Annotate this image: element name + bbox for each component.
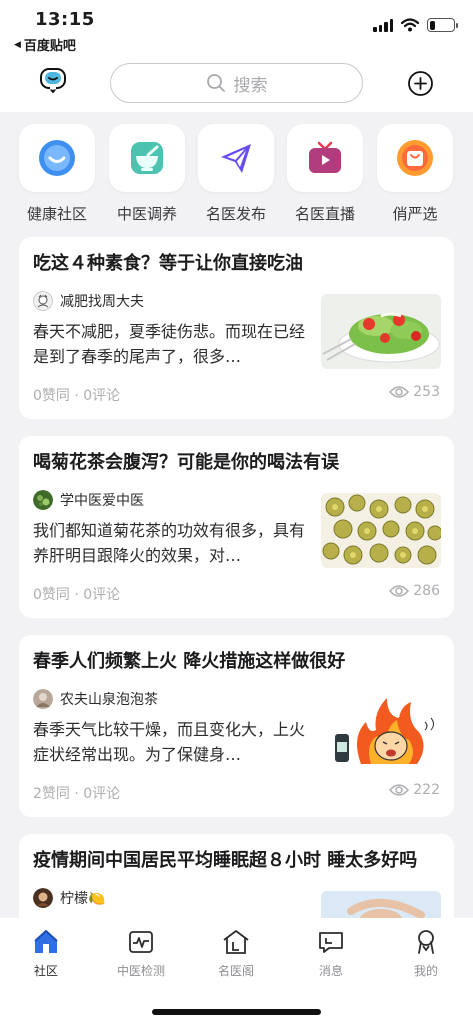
status-icons xyxy=(373,18,458,32)
shortcut-label: 中医调养 xyxy=(116,205,177,223)
tab-label: 我的 xyxy=(413,964,438,978)
shortcut-label: 健康社区 xyxy=(26,205,87,223)
feed-card[interactable]: 春季人们频繁上火 降火措施这样做很好 农夫山泉泡泡茶 春季天气比较干燥，而且变化… xyxy=(19,635,454,817)
shortcut-tcm-care[interactable]: 中医调养 xyxy=(108,124,186,224)
author-name: 农夫山泉泡泡茶 xyxy=(60,692,158,708)
shortcut-selected-store[interactable]: 俏严选 xyxy=(376,124,454,224)
shortcut-row: 健康社区 中医调养 名医发布 名医直播 俏严选 xyxy=(0,112,473,232)
post-author[interactable]: 农夫山泉泡泡茶 xyxy=(33,689,158,709)
status-bar: 13:15 ◀ 百度贴吧 xyxy=(0,0,473,58)
tab-community[interactable]: 社区 xyxy=(6,928,86,979)
post-author[interactable]: 减肥找周大夫 xyxy=(33,291,144,311)
post-stats: 0赞同 · 0评论 xyxy=(33,587,121,603)
search-input[interactable]: 搜索 xyxy=(110,63,363,103)
chat-bubble-icon[interactable] xyxy=(38,66,68,96)
wifi-icon xyxy=(401,18,419,32)
post-excerpt: 我们都知道菊花茶的功效有很多，具有养肝明目跟降火的效果，对… xyxy=(33,521,306,565)
eye-icon xyxy=(389,585,410,597)
post-author[interactable]: 学中医爱中医 xyxy=(33,490,144,510)
shortcut-doctor-publish[interactable]: 名医发布 xyxy=(197,124,275,224)
shortcut-tile xyxy=(19,124,95,192)
top-header: 搜索 xyxy=(0,58,473,112)
shortcut-tile xyxy=(287,124,363,192)
feed-card[interactable]: 喝菊花茶会腹泻？可能是你的喝法有误 学中医爱中医 我们都知道菊花茶的功效有很多，… xyxy=(19,436,454,618)
post-views: 286 xyxy=(389,583,440,599)
tab-label: 社区 xyxy=(33,964,58,978)
pulse-monitor-icon xyxy=(129,931,153,953)
eye-icon xyxy=(389,784,410,796)
message-icon xyxy=(319,932,343,953)
add-post-button[interactable] xyxy=(407,70,434,97)
tab-label: 中医检测 xyxy=(116,964,165,978)
author-avatar xyxy=(33,291,53,311)
tab-label: 名医阁 xyxy=(217,964,254,978)
profile-icon xyxy=(418,930,434,954)
fire-cartoon-image[interactable] xyxy=(321,692,441,767)
pavilion-icon xyxy=(223,930,249,954)
chrysanthemum-image[interactable] xyxy=(321,493,441,568)
post-title[interactable]: 疫情期间中国居民平均睡眠超８小时 睡太多好吗 xyxy=(33,846,417,872)
publish-paper-plane-icon xyxy=(221,144,251,173)
back-arrow-icon: ◀ xyxy=(14,39,21,50)
view-count: 286 xyxy=(413,583,440,599)
post-author[interactable]: 柠檬🍋 xyxy=(33,888,105,908)
eye-icon xyxy=(389,386,410,398)
battery-level xyxy=(429,20,436,30)
shortcut-label: 名医直播 xyxy=(294,205,355,223)
post-views: 222 xyxy=(389,782,440,798)
author-avatar xyxy=(33,490,53,510)
bottom-tab-bar: 社区 中医检测 名医阁 消息 我的 xyxy=(0,918,473,1024)
shortcut-tile xyxy=(377,124,453,192)
community-icon xyxy=(39,140,75,176)
tcm-bowl-icon xyxy=(131,142,163,174)
post-excerpt: 春天不减肥，夏季徒伤悲。而现在已经是到了春季的尾声了，很多… xyxy=(33,322,306,366)
post-stats: 0赞同 · 0评论 xyxy=(33,388,121,404)
live-tv-icon xyxy=(309,141,341,173)
post-title[interactable]: 喝菊花茶会腹泻？可能是你的喝法有误 xyxy=(33,448,339,474)
tab-messages[interactable]: 消息 xyxy=(291,928,371,979)
salad-image[interactable] xyxy=(321,294,441,369)
tab-tcm-check[interactable]: 中医检测 xyxy=(101,928,181,979)
back-app-label: 百度贴吧 xyxy=(23,39,76,54)
shortcut-doctor-live[interactable]: 名医直播 xyxy=(286,124,364,224)
back-to-app-button[interactable]: ◀ 百度贴吧 xyxy=(14,35,76,54)
cellular-signal-icon xyxy=(373,18,393,32)
tab-label: 消息 xyxy=(318,964,343,978)
search-icon xyxy=(206,74,225,92)
author-avatar xyxy=(33,888,53,908)
author-name: 柠檬🍋 xyxy=(60,891,106,907)
author-name: 学中医爱中医 xyxy=(60,493,144,509)
search-placeholder: 搜索 xyxy=(233,75,268,96)
tab-profile[interactable]: 我的 xyxy=(386,928,466,979)
post-title[interactable]: 春季人们频繁上火 降火措施这样做很好 xyxy=(33,647,345,673)
post-stats: 2赞同 · 0评论 xyxy=(33,786,121,802)
home-indicator[interactable] xyxy=(152,1009,321,1015)
battery-icon xyxy=(427,18,458,32)
shortcut-label: 名医发布 xyxy=(205,205,266,223)
view-count: 222 xyxy=(413,782,440,798)
shortcut-tile xyxy=(109,124,185,192)
shopping-bag-icon xyxy=(397,140,433,176)
post-excerpt: 春季天气比较干燥，而且变化大，上火症状经常出现。为了保健身… xyxy=(33,720,306,764)
home-icon xyxy=(34,930,58,953)
status-time: 13:15 xyxy=(35,9,95,30)
tab-famous-doctors[interactable]: 名医阁 xyxy=(196,928,276,979)
view-count: 253 xyxy=(413,384,440,400)
author-name: 减肥找周大夫 xyxy=(60,294,144,310)
shortcut-tile xyxy=(198,124,274,192)
author-avatar xyxy=(33,689,53,709)
post-title[interactable]: 吃这４种素食？等于让你直接吃油 xyxy=(33,249,303,275)
post-views: 253 xyxy=(389,384,440,400)
shortcut-health-community[interactable]: 健康社区 xyxy=(18,124,96,224)
shortcut-label: 俏严选 xyxy=(392,205,438,223)
feed-card[interactable]: 吃这４种素食？等于让你直接吃油 减肥找周大夫 春天不减肥，夏季徒伤悲。而现在已经… xyxy=(19,237,454,419)
